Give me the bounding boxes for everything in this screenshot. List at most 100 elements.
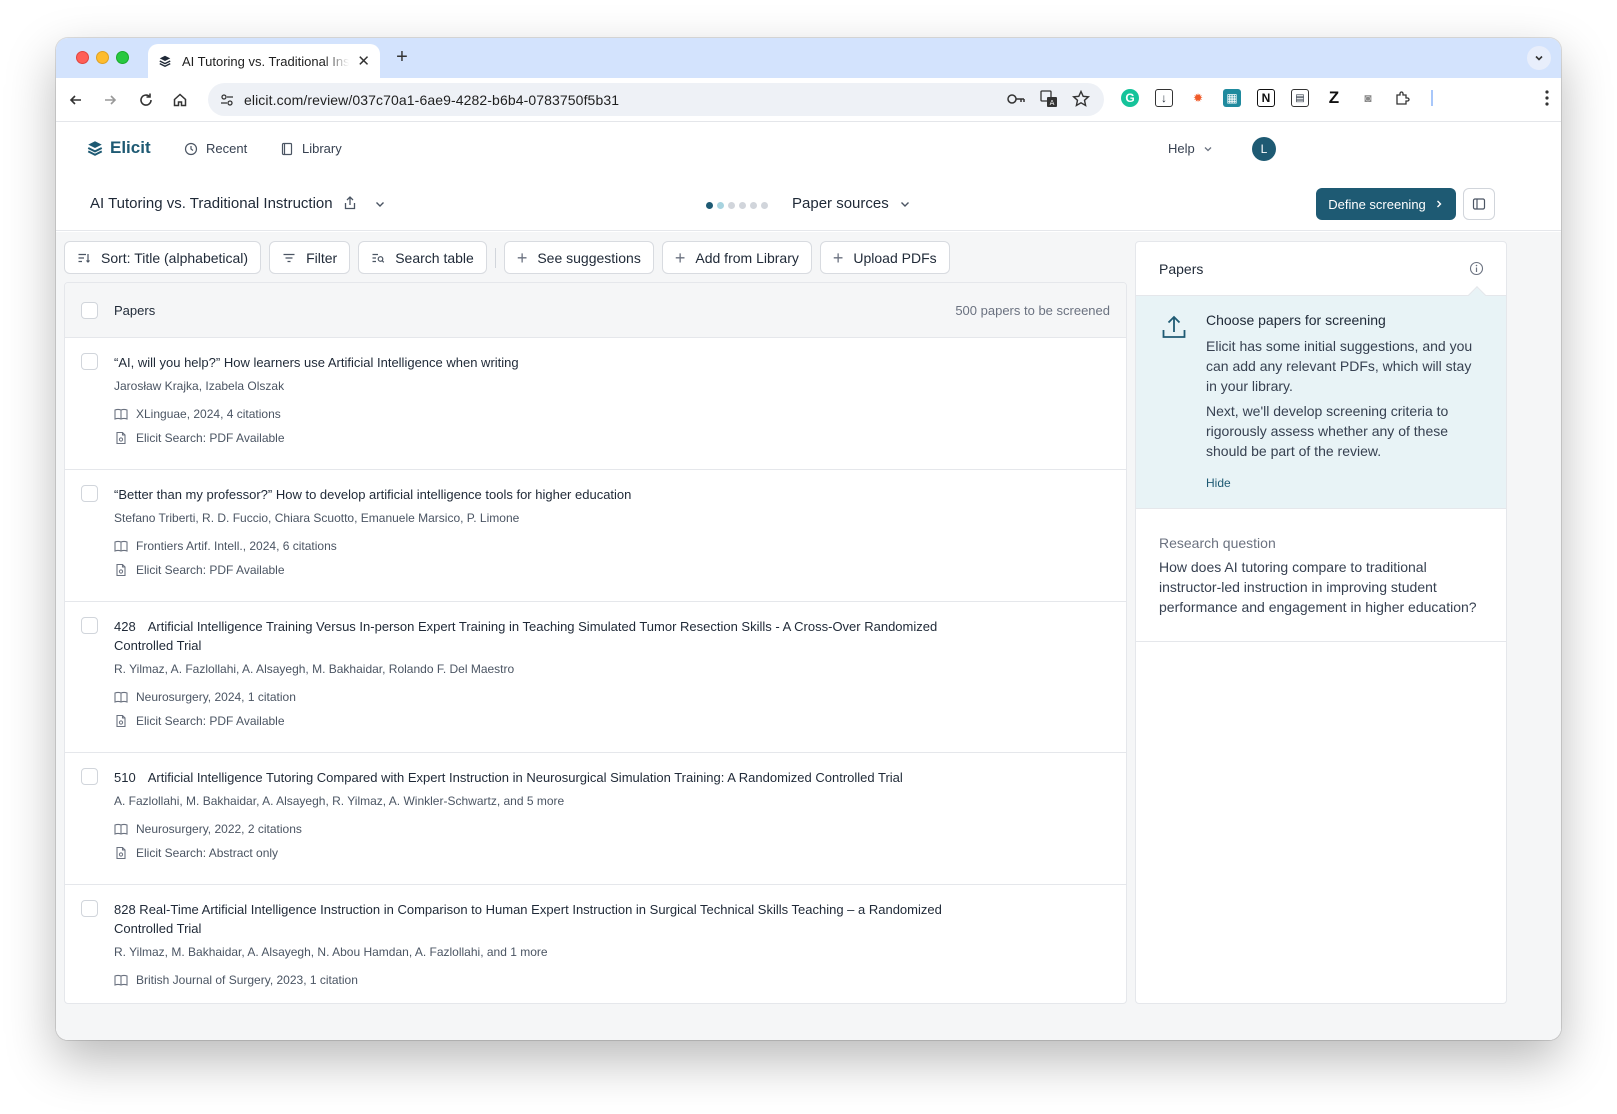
stage-selector[interactable]: Paper sources xyxy=(792,195,911,212)
screening-callout: Choose papers for screening Elicit has s… xyxy=(1136,296,1506,509)
define-screening-label: Define screening xyxy=(1328,196,1426,212)
chevron-down-icon xyxy=(1204,146,1212,151)
paper-source-text: Elicit Search: PDF Available xyxy=(136,563,285,577)
table-header-label: Papers xyxy=(114,303,156,318)
see-suggestions-button[interactable]: + See suggestions xyxy=(503,241,654,274)
see-suggestions-label: See suggestions xyxy=(537,249,641,266)
paper-title[interactable]: “Better than my professor?” How to devel… xyxy=(114,485,986,504)
brand-name: Elicit xyxy=(110,138,151,157)
help-label: Help xyxy=(1168,141,1195,156)
review-title[interactable]: AI Tutoring vs. Traditional Instruction xyxy=(90,195,333,212)
open-book-icon xyxy=(114,974,128,986)
reload-icon[interactable] xyxy=(134,88,158,112)
paper-title[interactable]: “AI, will you help?” How learners use Ar… xyxy=(114,353,986,372)
paper-title[interactable]: 428 Artificial Intelligence Training Vers… xyxy=(114,617,986,655)
progress-dot xyxy=(739,202,746,209)
nav-recent-label: Recent xyxy=(206,141,248,156)
open-book-icon xyxy=(114,691,128,703)
site-settings-icon[interactable] xyxy=(220,93,234,107)
browser-toolbar: elicit.com/review/037c70a1-6ae9-4282-b6b… xyxy=(56,78,1561,122)
tab-search-chevron-icon[interactable] xyxy=(1527,46,1551,70)
zotero-extension-icon[interactable]: Z xyxy=(1325,88,1343,107)
upload-pdfs-button[interactable]: + Upload PDFs xyxy=(819,241,950,274)
paper-venue-text: Frontiers Artif. Intell., 2024, 6 citati… xyxy=(136,539,337,553)
paper-source: Elicit Search: Abstract only xyxy=(114,846,986,860)
nav-recent[interactable]: Recent xyxy=(184,141,247,156)
nav-library[interactable]: Library xyxy=(280,141,342,156)
row-checkbox[interactable] xyxy=(81,768,98,785)
user-avatar[interactable]: L xyxy=(1252,137,1276,161)
translate-icon[interactable]: A xyxy=(1040,90,1058,108)
toggle-side-panel-button[interactable] xyxy=(1463,188,1495,220)
paper-venue: British Journal of Surgery, 2023, 1 cita… xyxy=(114,973,986,987)
paper-venue: Frontiers Artif. Intell., 2024, 6 citati… xyxy=(114,539,986,553)
hide-callout-link[interactable]: Hide xyxy=(1206,476,1231,490)
address-bar[interactable]: elicit.com/review/037c70a1-6ae9-4282-b6b… xyxy=(208,83,1104,116)
row-checkbox[interactable] xyxy=(81,900,98,917)
profile-divider xyxy=(1431,90,1433,106)
plus-icon: + xyxy=(832,247,844,268)
calendar-extension-icon[interactable]: ▤ xyxy=(1291,89,1309,107)
table-actions-bar: Sort: Title (alphabetical) Filter Search… xyxy=(64,241,950,274)
row-checkbox[interactable] xyxy=(81,353,98,370)
search-table-button[interactable]: Search table xyxy=(358,241,487,274)
review-menu-chevron-icon[interactable] xyxy=(374,197,386,215)
document-icon xyxy=(116,846,126,860)
table-row[interactable]: “AI, will you help?” How learners use Ar… xyxy=(65,338,1126,470)
close-window-button[interactable] xyxy=(76,51,89,64)
home-icon[interactable] xyxy=(168,88,192,112)
paper-source-text: Elicit Search: PDF Available xyxy=(136,431,285,445)
add-from-library-button[interactable]: + Add from Library xyxy=(661,241,812,274)
callout-text: Elicit has some initial suggestions, and… xyxy=(1206,338,1473,394)
download-extension-icon[interactable]: ↓ xyxy=(1155,89,1173,107)
info-icon[interactable] xyxy=(1469,261,1484,281)
elicit-logo[interactable]: Elicit xyxy=(86,138,151,158)
table-row[interactable]: 828 Real-Time Artificial Intelligence In… xyxy=(65,885,1126,1003)
sort-button[interactable]: Sort: Title (alphabetical) xyxy=(64,241,262,274)
forward-arrow-icon[interactable] xyxy=(98,88,122,112)
filter-button[interactable]: Filter xyxy=(269,241,351,274)
side-panel-title: Papers xyxy=(1159,261,1204,277)
grid-extension-icon[interactable]: ▦ xyxy=(1223,89,1241,107)
upload-pdfs-label: Upload PDFs xyxy=(853,249,937,266)
browser-menu-icon[interactable] xyxy=(1545,90,1549,111)
paper-venue-text: Neurosurgery, 2024, 1 citation xyxy=(136,690,296,704)
plus-icon: + xyxy=(516,247,528,268)
stage-label: Paper sources xyxy=(792,195,889,212)
close-tab-icon[interactable]: ✕ xyxy=(357,52,370,70)
camera-extension-icon[interactable]: ◙ xyxy=(1359,89,1377,107)
password-key-icon[interactable] xyxy=(1006,90,1026,108)
bookmark-star-icon[interactable] xyxy=(1072,90,1090,108)
chevron-down-icon xyxy=(900,201,909,207)
row-checkbox[interactable] xyxy=(81,485,98,502)
paper-title-text: 828 Real-Time Artificial Intelligence In… xyxy=(114,902,942,936)
help-menu[interactable]: Help xyxy=(1168,141,1213,156)
notion-extension-icon[interactable]: N xyxy=(1257,89,1275,107)
table-header: Papers 500 papers to be screened xyxy=(65,283,1126,338)
side-panel-header: Papers xyxy=(1136,242,1506,306)
sidebar-panel-icon xyxy=(1472,198,1486,210)
grammarly-extension-icon[interactable]: G xyxy=(1121,89,1139,107)
paper-venue: Neurosurgery, 2022, 2 citations xyxy=(114,822,986,836)
open-book-icon xyxy=(114,408,128,420)
table-row[interactable]: 428 Artificial Intelligence Training Vers… xyxy=(65,602,1126,753)
define-screening-button[interactable]: Define screening xyxy=(1316,188,1456,220)
table-row[interactable]: “Better than my professor?” How to devel… xyxy=(65,470,1126,602)
back-arrow-icon[interactable] xyxy=(64,88,88,112)
browser-tab[interactable]: AI Tutoring vs. Traditional Instruction … xyxy=(148,44,380,78)
share-icon[interactable] xyxy=(342,195,358,216)
fire-extension-icon[interactable]: ✹ xyxy=(1189,89,1207,107)
maximize-window-button[interactable] xyxy=(116,51,129,64)
extensions-puzzle-icon[interactable] xyxy=(1393,89,1411,107)
main-content: Sort: Title (alphabetical) Filter Search… xyxy=(56,232,1561,1040)
paper-title[interactable]: 828 Real-Time Artificial Intelligence In… xyxy=(114,900,986,938)
select-all-checkbox[interactable] xyxy=(81,302,98,319)
table-row[interactable]: 510 Artificial Intelligence Tutoring Comp… xyxy=(65,753,1126,885)
paper-authors: R. Yilmaz, A. Fazlollahi, A. Alsayegh, M… xyxy=(114,662,515,676)
new-tab-icon[interactable]: + xyxy=(390,46,414,69)
minimize-window-button[interactable] xyxy=(96,51,109,64)
row-checkbox[interactable] xyxy=(81,617,98,634)
paper-authors: A. Fazlollahi, M. Bakhaidar, A. Alsayegh… xyxy=(114,794,565,808)
paper-title[interactable]: 510 Artificial Intelligence Tutoring Comp… xyxy=(114,768,986,787)
search-list-icon xyxy=(372,253,385,263)
